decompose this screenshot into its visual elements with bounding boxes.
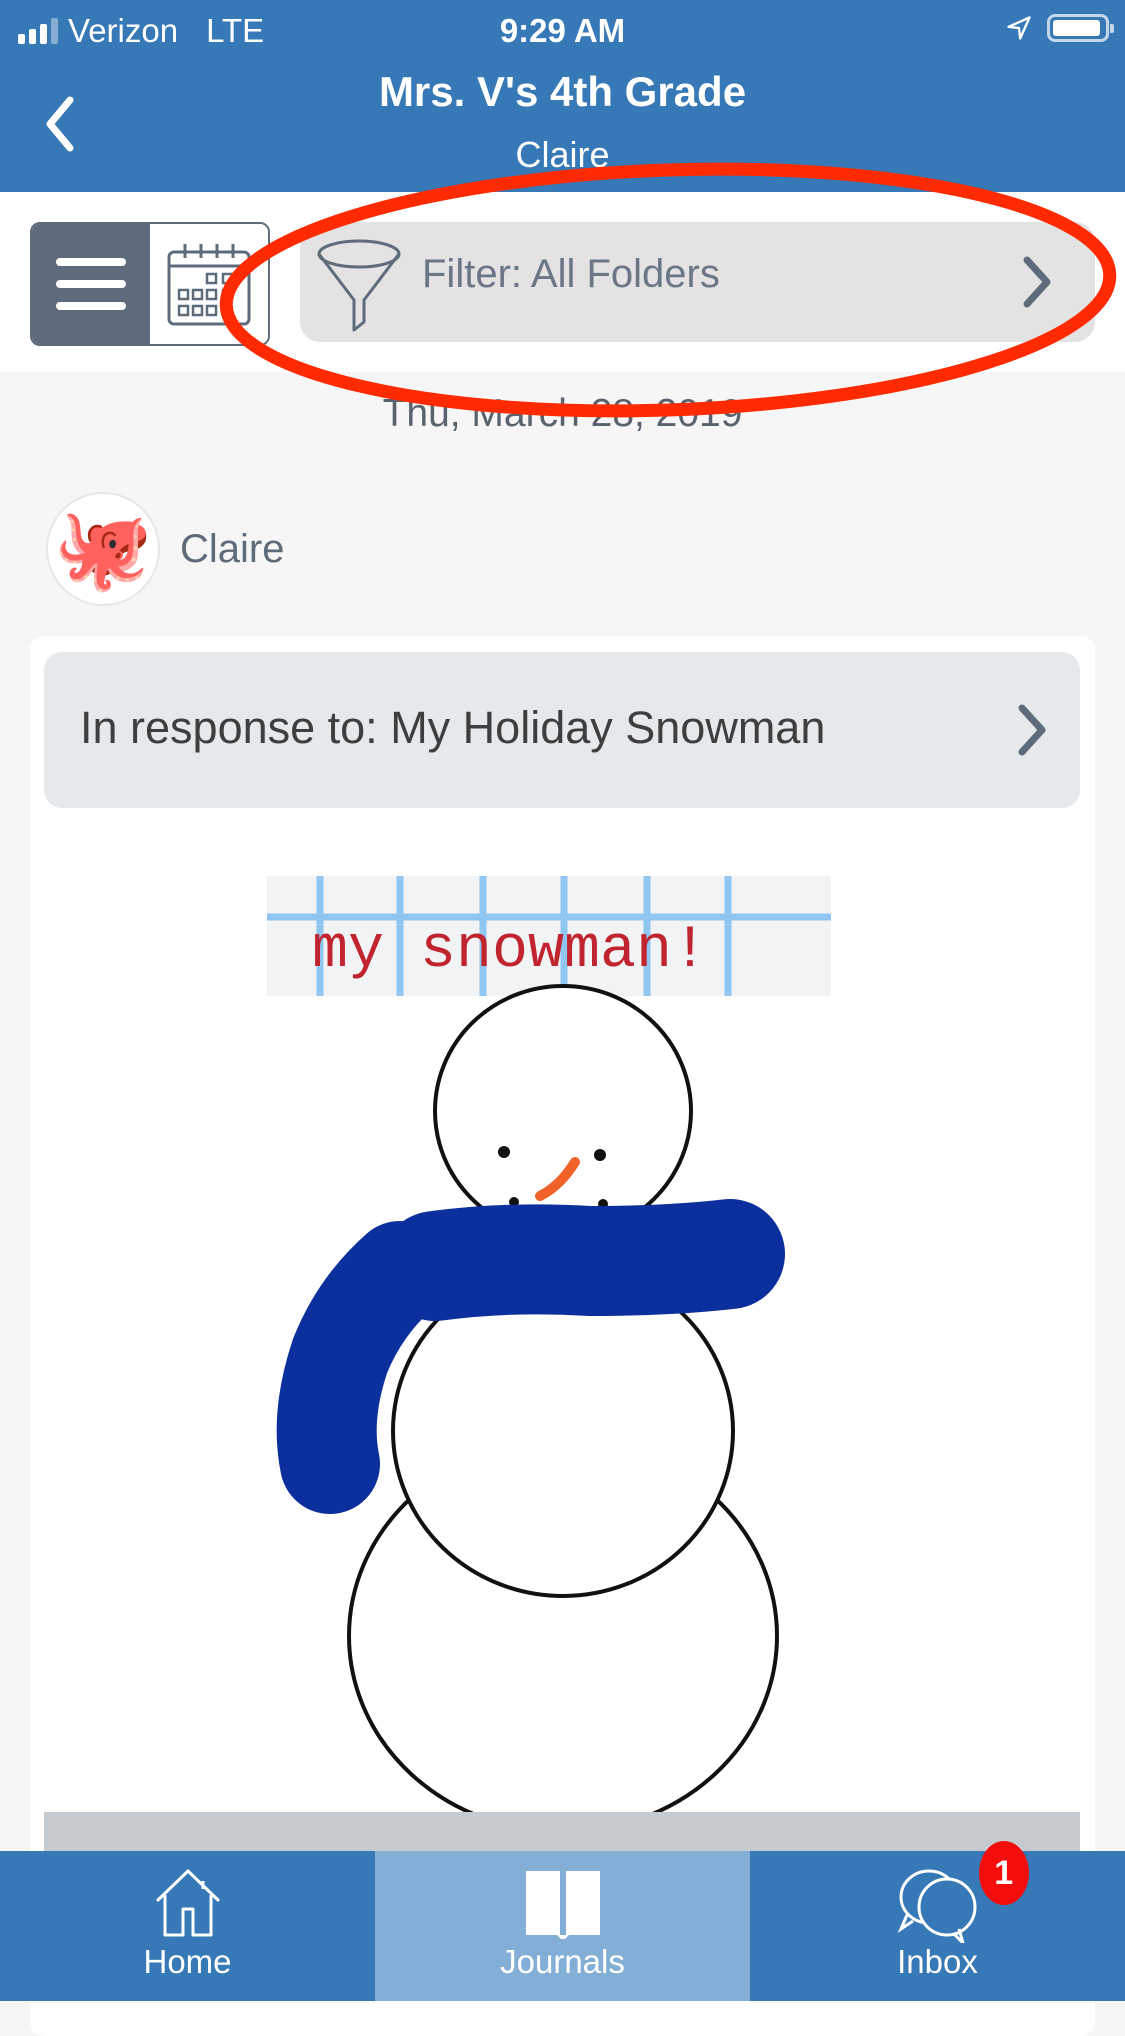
entry-date: Thu, March 28, 2019 <box>382 392 743 435</box>
chat-bubbles-icon <box>897 1869 976 1943</box>
snowman-head <box>433 984 693 1238</box>
tab-journals[interactable]: Journals <box>375 1851 750 2001</box>
tab-home[interactable]: Home <box>0 1851 375 2001</box>
entry-author: 🐙 Claire <box>46 492 284 606</box>
calendar-icon <box>167 244 251 326</box>
book-icon <box>525 1871 600 1939</box>
chevron-right-icon <box>1023 256 1051 308</box>
drawing-caption: my snowman! <box>312 917 708 985</box>
author-name: Claire <box>180 526 285 571</box>
clock: 9:29 AM <box>499 12 626 49</box>
avatar: 🐙 <box>46 492 160 606</box>
location-arrow-icon <box>1007 16 1031 40</box>
caption-banner: my snowman! <box>267 876 831 996</box>
app-header: Verizon LTE 9:29 AM Mrs. V's 4th Grade C… <box>0 0 1125 192</box>
toolbar: Filter: All Folders <box>0 192 1125 372</box>
response-label: In response to: My Holiday Snowman <box>80 702 826 753</box>
tab-home-label: Home <box>143 1943 232 1980</box>
calendar-view-button[interactable] <box>150 224 268 344</box>
journal-entry-card: In response to: My Holiday Snowman my sn… <box>30 636 1095 2036</box>
tab-journals-label: Journals <box>500 1943 625 1980</box>
folder-filter-button[interactable]: Filter: All Folders <box>300 222 1095 342</box>
octopus-icon: 🐙 <box>53 504 153 593</box>
page-subtitle: Claire <box>515 134 610 175</box>
filter-label: Filter: All Folders <box>422 252 720 296</box>
response-link[interactable]: In response to: My Holiday Snowman <box>44 652 1080 808</box>
hamburger-icon <box>56 258 126 266</box>
status-bar: Verizon LTE 9:29 AM <box>0 10 1125 54</box>
battery-icon <box>1047 14 1114 42</box>
tab-inbox-label: Inbox <box>897 1943 978 1980</box>
page-title: Mrs. V's 4th Grade <box>378 68 747 115</box>
tab-bar: Home Journals 1 Inbox <box>0 1841 1125 2001</box>
chevron-right-icon <box>1018 704 1046 756</box>
list-view-button[interactable] <box>32 224 150 344</box>
unread-badge: 1 <box>978 1841 1029 1905</box>
scarf <box>380 1199 785 1321</box>
student-drawing: my snowman! <box>267 876 831 1834</box>
view-toggle <box>30 222 270 346</box>
funnel-icon <box>317 239 401 332</box>
home-icon <box>155 1869 220 1937</box>
tab-inbox[interactable]: 1 Inbox <box>750 1841 1125 2001</box>
